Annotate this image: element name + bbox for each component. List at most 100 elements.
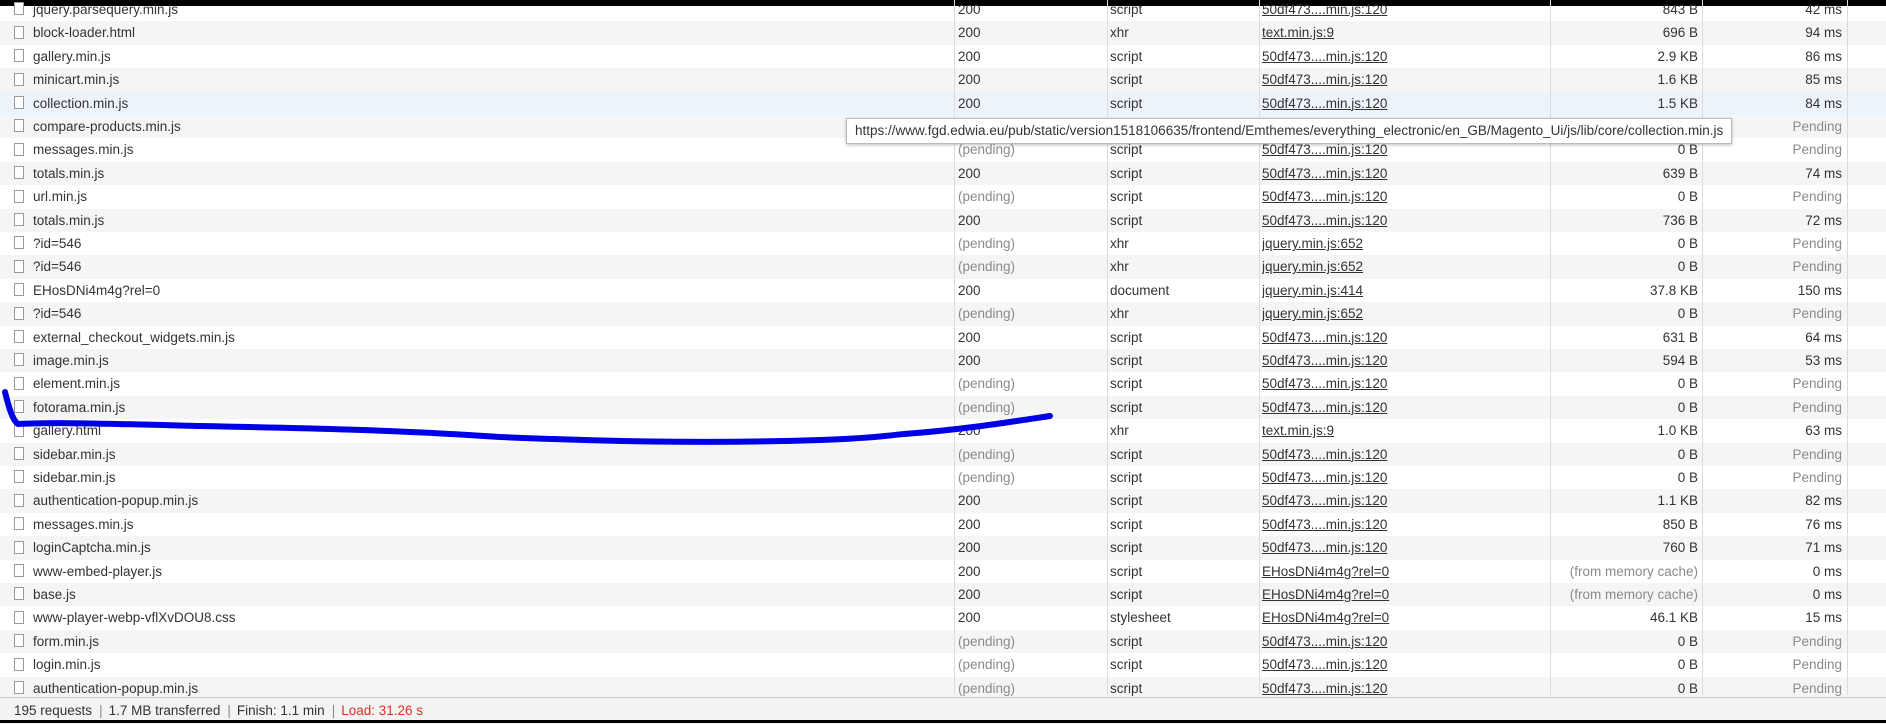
initiator-link[interactable]: EHosDNi4m4g?rel=0 xyxy=(1262,587,1389,602)
requests-count: 195 requests xyxy=(14,703,93,718)
request-row[interactable]: www-embed-player.js 200 script EHosDNi4m4g?… xyxy=(0,560,1886,583)
request-row[interactable]: block-loader.html 200 xhr text.min.js:9 696 … xyxy=(0,21,1886,45)
request-name-cell[interactable]: totals.min.js xyxy=(14,209,949,232)
initiator-link[interactable]: 50df473....min.js:120 xyxy=(1262,517,1387,532)
request-name-cell[interactable]: image.min.js xyxy=(14,349,949,372)
request-row[interactable]: gallery.html 200 xhr text.min.js:9 1.0 KB 63 … xyxy=(0,419,1886,442)
initiator-link[interactable]: jquery.min.js:652 xyxy=(1262,306,1363,321)
initiator-link[interactable]: text.min.js:9 xyxy=(1262,25,1334,40)
request-name-cell[interactable]: minicart.min.js xyxy=(14,68,949,91)
request-row[interactable]: minicart.min.js 200 script 50df473....min.j… xyxy=(0,68,1886,92)
status-cell: 200 xyxy=(958,165,981,181)
status-cell: (pending) xyxy=(958,470,1016,485)
request-name-cell[interactable]: sidebar.min.js xyxy=(14,466,949,489)
initiator-link[interactable]: EHosDNi4m4g?rel=0 xyxy=(1262,564,1389,579)
request-name-cell[interactable]: base.js xyxy=(14,583,949,606)
request-row[interactable]: login.min.js (pending) script 50df473....mi… xyxy=(0,653,1886,676)
initiator-cell: 50df473....min.js:120 xyxy=(1262,653,1542,676)
request-row[interactable]: image.min.js 200 script 50df473....min.js:1… xyxy=(0,349,1886,373)
initiator-cell: EHosDNi4m4g?rel=0 xyxy=(1262,606,1542,629)
initiator-link[interactable]: 50df473....min.js:120 xyxy=(1262,470,1387,485)
status-cell: (pending) xyxy=(958,657,1016,673)
size-cell: 37.8 KB xyxy=(1649,282,1698,298)
request-row[interactable]: totals.min.js 200 script 50df473....min.js:… xyxy=(0,161,1886,186)
request-name-cell[interactable]: gallery.min.js xyxy=(14,45,949,68)
request-row[interactable]: base.js 200 script EHosDNi4m4g?rel=0 (from m… xyxy=(0,583,1886,607)
initiator-link[interactable]: 50df473....min.js:120 xyxy=(1262,189,1387,204)
request-name-cell[interactable]: gallery.html xyxy=(14,419,949,442)
request-row[interactable]: url.min.js (pending) script 50df473....min.… xyxy=(0,185,1886,208)
request-row[interactable]: gallery.min.js 200 script 50df473....min.js… xyxy=(0,45,1886,68)
request-row[interactable]: external_checkout_widgets.min.js 200 scrip… xyxy=(0,326,1886,349)
request-name-cell[interactable]: block-loader.html xyxy=(14,21,949,44)
request-name-cell[interactable]: jquery.parsequery.min.js xyxy=(14,0,949,21)
request-row[interactable]: element.min.js (pending) script 50df473....… xyxy=(0,372,1886,395)
request-name-cell[interactable]: fotorama.min.js xyxy=(14,396,949,419)
initiator-cell: jquery.min.js:652 xyxy=(1262,232,1542,255)
initiator-link[interactable]: jquery.min.js:414 xyxy=(1262,283,1363,298)
request-row[interactable]: ?id=546 (pending) xhr jquery.min.js:652 0 B P… xyxy=(0,255,1886,279)
request-row[interactable]: fotorama.min.js (pending) script 50df473...… xyxy=(0,395,1886,420)
initiator-link[interactable]: 50df473....min.js:120 xyxy=(1262,681,1387,696)
request-name-cell[interactable]: EHosDNi4m4g?rel=0 xyxy=(14,279,949,302)
initiator-link[interactable]: 50df473....min.js:120 xyxy=(1262,2,1387,17)
request-row[interactable]: sidebar.min.js (pending) script 50df473....… xyxy=(0,466,1886,489)
file-icon xyxy=(14,119,24,133)
initiator-link[interactable]: 50df473....min.js:120 xyxy=(1262,376,1387,391)
request-row[interactable]: ?id=546 (pending) xhr jquery.min.js:652 0 B P… xyxy=(0,302,1886,326)
file-icon xyxy=(14,72,24,86)
initiator-link[interactable]: 50df473....min.js:120 xyxy=(1262,657,1387,672)
request-name-cell[interactable]: login.min.js xyxy=(14,653,949,676)
request-name-cell[interactable]: www-embed-player.js xyxy=(14,560,949,583)
request-name-cell[interactable]: loginCaptcha.min.js xyxy=(14,536,949,559)
request-row[interactable]: form.min.js (pending) script 50df473....min… xyxy=(0,629,1886,654)
initiator-cell: 50df473....min.js:120 xyxy=(1262,92,1542,115)
initiator-link[interactable]: 50df473....min.js:120 xyxy=(1262,493,1387,508)
request-row[interactable]: authentication-popup.min.js 200 script 50df… xyxy=(0,489,1886,513)
request-name-cell[interactable]: ?id=546 xyxy=(14,302,949,325)
request-name-cell[interactable]: messages.min.js xyxy=(14,138,949,161)
file-icon xyxy=(14,236,24,250)
initiator-link[interactable]: 50df473....min.js:120 xyxy=(1262,330,1387,345)
request-name-cell[interactable]: messages.min.js xyxy=(14,513,949,536)
initiator-link[interactable]: 50df473....min.js:120 xyxy=(1262,96,1387,111)
initiator-link[interactable]: jquery.min.js:652 xyxy=(1262,259,1363,274)
initiator-link[interactable]: EHosDNi4m4g?rel=0 xyxy=(1262,610,1389,625)
initiator-link[interactable]: 50df473....min.js:120 xyxy=(1262,540,1387,555)
request-row[interactable]: collection.min.js 200 script 50df473....min… xyxy=(0,91,1886,115)
request-row[interactable]: messages.min.js 200 script 50df473....min.j… xyxy=(0,513,1886,536)
request-row[interactable]: www-player-webp-vflXvDOU8.css 200 styleshe… xyxy=(0,606,1886,629)
request-name-cell[interactable]: www-player-webp-vflXvDOU8.css xyxy=(14,606,949,629)
initiator-link[interactable]: 50df473....min.js:120 xyxy=(1262,634,1387,649)
request-name-cell[interactable]: compare-products.min.js xyxy=(14,115,949,138)
initiator-link[interactable]: 50df473....min.js:120 xyxy=(1262,72,1387,87)
request-name-cell[interactable]: element.min.js xyxy=(14,372,949,395)
request-name-cell[interactable]: external_checkout_widgets.min.js xyxy=(14,326,949,349)
request-name-cell[interactable]: url.min.js xyxy=(14,185,949,208)
initiator-link[interactable]: text.min.js:9 xyxy=(1262,423,1334,438)
request-name-cell[interactable]: totals.min.js xyxy=(14,162,949,185)
initiator-link[interactable]: 50df473....min.js:120 xyxy=(1262,142,1387,157)
initiator-link[interactable]: 50df473....min.js:120 xyxy=(1262,213,1387,228)
request-name-cell[interactable]: ?id=546 xyxy=(14,232,949,255)
request-name-cell[interactable]: collection.min.js xyxy=(14,92,949,115)
status-cell: 200 xyxy=(958,212,981,228)
initiator-link[interactable]: 50df473....min.js:120 xyxy=(1262,49,1387,64)
request-row[interactable]: loginCaptcha.min.js 200 script 50df473....m… xyxy=(0,536,1886,560)
request-row[interactable]: jquery.parsequery.min.js 200 script 50df473… xyxy=(0,0,1886,21)
initiator-link[interactable]: 50df473....min.js:120 xyxy=(1262,447,1387,462)
request-name: loginCaptcha.min.js xyxy=(33,540,151,556)
request-name-cell[interactable]: ?id=546 xyxy=(14,255,949,278)
request-row[interactable]: ?id=546 (pending) xhr jquery.min.js:652 0 B P… xyxy=(0,232,1886,255)
request-row[interactable]: sidebar.min.js (pending) script 50df473....… xyxy=(0,442,1886,466)
request-row[interactable]: totals.min.js 200 script 50df473....min.js:… xyxy=(0,208,1886,232)
initiator-link[interactable]: 50df473....min.js:120 xyxy=(1262,166,1387,181)
initiator-link[interactable]: 50df473....min.js:120 xyxy=(1262,353,1387,368)
request-name-cell[interactable]: form.min.js xyxy=(14,630,949,653)
initiator-link[interactable]: 50df473....min.js:120 xyxy=(1262,400,1387,415)
request-name-cell[interactable]: authentication-popup.min.js xyxy=(14,489,949,512)
request-row[interactable]: EHosDNi4m4g?rel=0 200 document jquery.min.j… xyxy=(0,279,1886,302)
initiator-link[interactable]: jquery.min.js:652 xyxy=(1262,236,1363,251)
request-name-cell[interactable]: sidebar.min.js xyxy=(14,443,949,466)
size-cell: 0 B xyxy=(1677,470,1698,485)
